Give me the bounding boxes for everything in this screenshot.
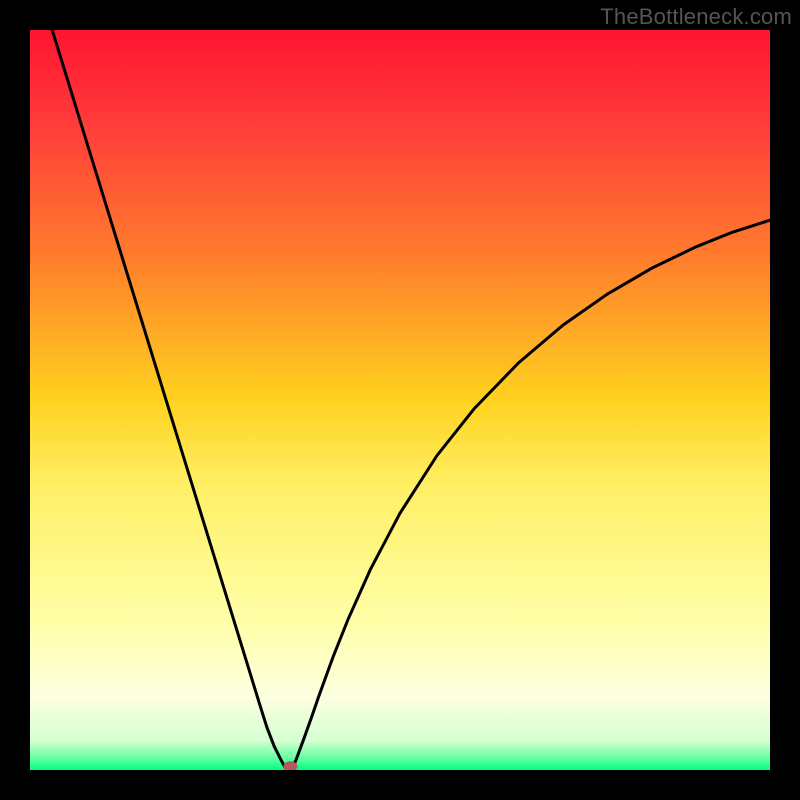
gradient-background [30,30,770,770]
chart-svg [30,30,770,770]
chart-frame: TheBottleneck.com [0,0,800,800]
plot-area [30,30,770,770]
watermark-text: TheBottleneck.com [600,4,792,30]
